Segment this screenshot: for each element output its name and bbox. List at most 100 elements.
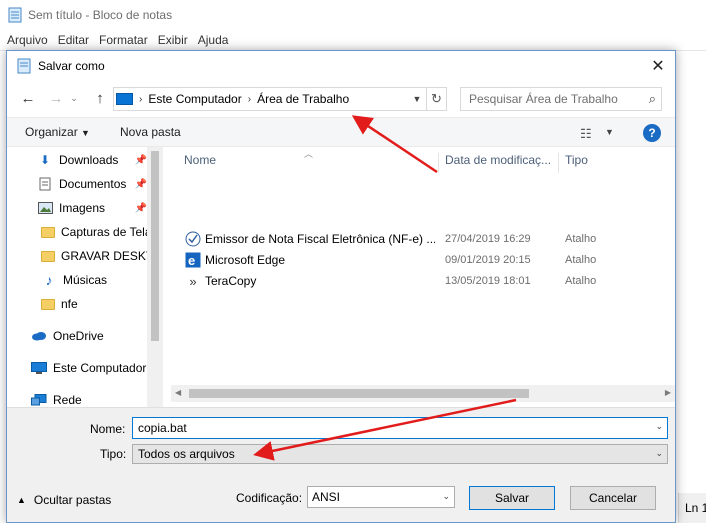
file-type: Atalho (565, 254, 597, 266)
refresh-icon[interactable]: ↻ (426, 88, 446, 110)
close-icon[interactable]: ✕ (641, 51, 675, 81)
chevron-down-icon[interactable]: ⌄ (655, 448, 663, 459)
nav-item-gravar-desktop[interactable]: GRAVAR DESKTOP (41, 245, 149, 267)
svg-text:e: e (188, 253, 195, 268)
organize-button[interactable]: Organizar ▼ (25, 125, 90, 139)
nav-label: Músicas (63, 273, 108, 287)
nav-item-imagens[interactable]: Imagens 📌 (37, 197, 149, 219)
teracopy-icon: » (189, 273, 197, 289)
file-row[interactable]: Emissor de Nota Fiscal Eletrônica (NF-e)… (167, 229, 675, 250)
folder-icon (41, 250, 55, 262)
recent-dropdown-icon[interactable]: ⌄ (67, 87, 81, 109)
address-bar[interactable]: › Este Computador › Área de Trabalho ▼ ↻ (113, 87, 447, 111)
menu-editar[interactable]: Editar (53, 33, 94, 47)
chevron-down-icon[interactable]: ▼ (605, 127, 614, 137)
file-row[interactable]: » TeraCopy 13/05/2019 18:01 Atalho (167, 271, 675, 292)
folder-icon (41, 298, 55, 310)
status-line: Ln 1 (685, 501, 706, 515)
file-row[interactable]: e Microsoft Edge 09/01/2019 20:15 Atalho (167, 250, 675, 271)
nav-item-capturas-de-tela[interactable]: Capturas de Tela (41, 221, 149, 243)
dialog-notepad-icon (17, 58, 31, 74)
chevron-up-icon: ▲ (17, 495, 26, 505)
nav-label: Este Computador (53, 361, 147, 375)
music-note-icon: ♪ (45, 272, 53, 288)
save-button[interactable]: Salvar (469, 486, 555, 510)
edge-icon: e (185, 252, 201, 268)
notepad-statusbar: Ln 1 (678, 493, 706, 523)
nav-item-nfe[interactable]: nfe (41, 293, 149, 315)
file-name-input[interactable]: copia.bat ⌄ (132, 417, 668, 439)
encoding-label: Codificação: (236, 491, 303, 505)
organize-label: Organizar (25, 125, 78, 139)
file-name: Emissor de Nota Fiscal Eletrônica (NF-e)… (205, 232, 435, 246)
nav-label: Downloads (59, 153, 119, 167)
nav-scrollbar[interactable] (147, 147, 163, 407)
search-input[interactable]: Pesquisar Área de Trabalho ⌕ (460, 87, 662, 111)
menu-formatar[interactable]: Formatar (94, 33, 153, 47)
file-type-select[interactable]: Todos os arquivos ⌄ (132, 444, 668, 464)
nav-item-musicas[interactable]: ♪ Músicas (41, 269, 149, 291)
pictures-icon (37, 201, 53, 215)
menu-ajuda[interactable]: Ajuda (193, 33, 234, 47)
chevron-right-icon[interactable]: › (139, 94, 142, 105)
computer-icon (31, 361, 47, 375)
breadcrumb-este-computador[interactable]: Este Computador (148, 92, 241, 106)
pin-icon[interactable]: 📌 (135, 179, 147, 190)
nav-label: GRAVAR DESKTOP (61, 249, 149, 263)
documents-icon (37, 177, 53, 191)
nav-label: Documentos (59, 177, 127, 191)
chevron-down-icon[interactable]: ⌄ (442, 491, 450, 502)
column-date-label: Data de modificaç... (445, 153, 552, 167)
nav-item-rede[interactable]: Rede (31, 389, 149, 407)
cancel-button[interactable]: Cancelar (570, 486, 656, 510)
nav-item-documentos[interactable]: Documentos 📌 (37, 173, 149, 195)
name-label: Nome: (90, 422, 126, 436)
computer-icon (116, 93, 133, 105)
hscroll-thumb[interactable] (189, 389, 529, 398)
scroll-left-icon[interactable]: ◀ (175, 388, 181, 397)
file-list-hscrollbar[interactable]: ◀ ▶ (171, 385, 675, 402)
column-header-date[interactable]: Data de modificaç... (439, 153, 559, 173)
breadcrumb-area-de-trabalho[interactable]: Área de Trabalho (257, 92, 349, 106)
file-date: 09/01/2019 20:15 (445, 254, 531, 266)
menu-exibir[interactable]: Exibir (153, 33, 193, 47)
nav-item-downloads[interactable]: ⬇ Downloads 📌 (37, 149, 149, 171)
column-header-name[interactable]: Nome (167, 153, 439, 173)
notepad-titlebar: Sem título - Bloco de notas (0, 0, 706, 30)
search-placeholder: Pesquisar Área de Trabalho (469, 92, 618, 106)
forward-arrow-icon[interactable]: → (45, 87, 67, 109)
chevron-right-icon[interactable]: › (248, 94, 251, 105)
dialog-titlebar: Salvar como ✕ (7, 51, 675, 81)
nav-item-este-computador[interactable]: Este Computador (31, 357, 149, 379)
nav-item-onedrive[interactable]: OneDrive (31, 325, 149, 347)
new-folder-button[interactable]: Nova pasta (120, 125, 181, 139)
download-arrow-icon: ⬇ (39, 153, 51, 167)
folder-icon (41, 226, 55, 238)
scroll-right-icon[interactable]: ▶ (665, 388, 671, 397)
column-header-type[interactable]: Tipo (559, 153, 629, 173)
nav-label: Rede (53, 393, 82, 407)
address-row: ← → ⌄ ↑ › Este Computador › Área de Trab… (7, 85, 675, 113)
pin-icon[interactable]: 📌 (135, 203, 147, 214)
hide-folders-button[interactable]: ▲ Ocultar pastas (17, 493, 111, 507)
chevron-down-icon: ▼ (81, 128, 90, 138)
pin-icon[interactable]: 📌 (135, 155, 147, 166)
back-arrow-icon[interactable]: ← (17, 87, 39, 109)
chevron-down-icon[interactable]: ▼ (409, 88, 425, 110)
nav-label: nfe (61, 297, 78, 311)
notepad-title: Sem título - Bloco de notas (28, 8, 173, 22)
nav-scroll-thumb[interactable] (151, 151, 159, 341)
help-icon[interactable]: ? (643, 124, 661, 142)
encoding-select[interactable]: ANSI ⌄ (307, 486, 455, 508)
file-name: TeraCopy (205, 274, 257, 288)
view-options-icon[interactable]: ☷ (580, 126, 592, 142)
file-name-value: copia.bat (138, 421, 187, 435)
menu-arquivo[interactable]: Arquivo (2, 33, 53, 47)
cloud-icon (31, 329, 47, 343)
file-type: Atalho (565, 233, 597, 245)
chevron-down-icon[interactable]: ⌄ (655, 421, 663, 432)
nav-label: Imagens (59, 201, 106, 215)
up-arrow-icon[interactable]: ↑ (89, 87, 111, 109)
navigation-pane: ⬇ Downloads 📌 Documentos 📌 Imagens 📌 Cap… (7, 147, 163, 407)
save-form: Nome: copia.bat ⌄ Tipo: Todos os arquivo… (7, 407, 675, 522)
